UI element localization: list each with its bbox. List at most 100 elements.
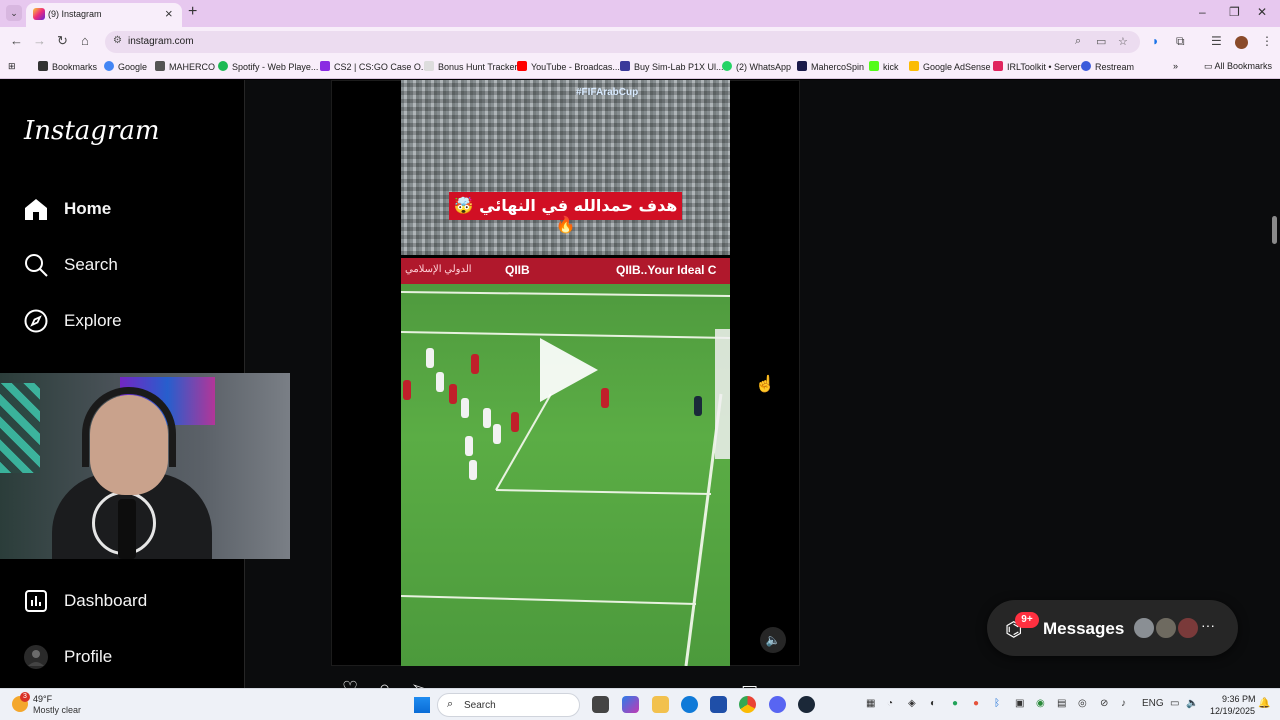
- edge-icon[interactable]: [681, 696, 698, 713]
- restream-icon: [1081, 61, 1091, 71]
- zoom-icon[interactable]: ⌕: [1075, 35, 1081, 48]
- discord-icon[interactable]: [769, 696, 786, 713]
- taskbar-search[interactable]: ⌕ Search: [437, 693, 580, 717]
- profile-avatar: [24, 645, 48, 669]
- url-text[interactable]: instagram.com: [128, 36, 194, 47]
- notifications-icon[interactable]: 🔔: [1258, 698, 1270, 709]
- scrollbar-thumb[interactable]: [1272, 216, 1277, 244]
- steam-icon[interactable]: [798, 696, 815, 713]
- file-explorer-icon[interactable]: [652, 696, 669, 713]
- star-icon: [38, 61, 48, 71]
- tray-icon[interactable]: ◔: [887, 698, 893, 709]
- chrome-icon[interactable]: [739, 696, 756, 713]
- extensions-puzzle-icon[interactable]: ⧉: [1176, 34, 1185, 49]
- bookmark-item[interactable]: Google AdSense: [909, 61, 991, 72]
- share-icon[interactable]: ➢: [411, 678, 426, 688]
- weather-temperature: 49°F: [33, 694, 53, 704]
- bookmark-item[interactable]: Google: [104, 61, 147, 72]
- weather-badge: 3: [20, 692, 30, 702]
- play-button[interactable]: [540, 338, 598, 402]
- tray-icon[interactable]: ●: [973, 698, 979, 709]
- search-label: Search: [464, 700, 496, 711]
- comment-icon[interactable]: ○: [379, 678, 390, 688]
- bookmark-star-icon[interactable]: ☆: [1118, 35, 1128, 48]
- save-icon[interactable]: ▭: [741, 678, 758, 688]
- language-indicator[interactable]: ENG: [1142, 698, 1164, 709]
- bookmark-item[interactable]: Buy Sim-Lab P1X Ul...: [620, 61, 724, 72]
- new-tab-button[interactable]: +: [188, 3, 197, 21]
- more-bookmarks-icon[interactable]: »: [1173, 61, 1178, 71]
- tray-icon[interactable]: ▦: [866, 698, 875, 709]
- bookmark-item[interactable]: Bonus Hunt Tracker: [424, 61, 518, 72]
- back-button[interactable]: ←: [10, 33, 23, 48]
- close-window-button[interactable]: ✕: [1257, 5, 1267, 19]
- cs2-icon: [320, 61, 330, 71]
- extension-icon[interactable]: ◗: [1152, 34, 1159, 48]
- reload-button[interactable]: ↻: [57, 33, 68, 49]
- messages-button[interactable]: ⌬ 9+ Messages ···: [987, 600, 1238, 656]
- microphone-icon[interactable]: ♪: [1121, 698, 1126, 709]
- bluetooth-icon[interactable]: ᛒ: [994, 698, 1000, 709]
- clock-date[interactable]: 12/19/2025: [1210, 706, 1255, 716]
- bookmark-item[interactable]: Spotify - Web Playe...: [218, 61, 318, 72]
- start-button[interactable]: [414, 697, 430, 713]
- tray-icon[interactable]: ▤: [1057, 698, 1066, 709]
- browser-menu-icon[interactable]: ⋮: [1261, 34, 1273, 48]
- network-icon[interactable]: ▭: [1170, 698, 1179, 709]
- webcam-overlay: [0, 373, 290, 559]
- tab-title: (9) Instagram: [48, 9, 102, 19]
- messages-badge: 9+: [1015, 612, 1039, 628]
- instagram-logo[interactable]: Instagram: [24, 116, 160, 146]
- home-icon: [25, 199, 47, 220]
- weather-description: Mostly clear: [33, 705, 82, 715]
- tab-instagram[interactable]: (9) Instagram ×: [26, 3, 182, 27]
- tray-icon[interactable]: ◐: [930, 698, 936, 709]
- copilot-icon[interactable]: [622, 696, 639, 713]
- sidebar-item-label: Profile: [64, 647, 113, 666]
- more-icon[interactable]: ···: [1201, 617, 1215, 633]
- bookmark-item[interactable]: (2) WhatsApp: [722, 61, 791, 72]
- tab-search-button[interactable]: ⌄: [6, 5, 22, 21]
- bookmark-item[interactable]: CS2 | CS:GO Case O...: [320, 61, 428, 72]
- ad-board: الدولي الإسلامي QIIB QIIB..Your Ideal C: [401, 258, 730, 284]
- task-view-icon[interactable]: [592, 696, 609, 713]
- sound-toggle-icon[interactable]: 🔈: [760, 627, 786, 653]
- tray-icon[interactable]: ◈: [908, 698, 916, 709]
- all-bookmarks-folder[interactable]: ▭ All Bookmarks: [1204, 61, 1272, 72]
- minimize-button[interactable]: –: [1199, 5, 1206, 19]
- tab-close-icon[interactable]: ×: [165, 6, 173, 21]
- bookmark-item[interactable]: MahercoSpin: [797, 61, 864, 72]
- tray-icon[interactable]: ●: [952, 698, 958, 709]
- bookmark-item[interactable]: IRLToolkit • Server: [993, 61, 1081, 72]
- avatar: [1154, 616, 1178, 640]
- bookmark-item[interactable]: kick: [869, 61, 899, 72]
- bookmark-item[interactable]: Restream: [1081, 61, 1134, 72]
- steam-tray-icon[interactable]: ◎: [1078, 698, 1087, 709]
- bookmark-item[interactable]: Bookmarks: [38, 61, 97, 72]
- page-scrollbar[interactable]: [1268, 80, 1280, 688]
- tray-icon[interactable]: ◉: [1036, 698, 1045, 709]
- apps-grid-icon[interactable]: ⊞: [8, 61, 16, 72]
- spotify-icon: [218, 61, 228, 71]
- dashboard-icon: [25, 590, 47, 612]
- store-icon[interactable]: [710, 696, 727, 713]
- irltoolkit-icon: [993, 61, 1003, 71]
- forward-button[interactable]: →: [33, 33, 46, 48]
- volume-icon[interactable]: 🔈: [1186, 698, 1198, 709]
- tray-icon[interactable]: ⊘: [1100, 698, 1108, 709]
- sim-lab-icon: [620, 61, 630, 71]
- home-button[interactable]: ⌂: [81, 33, 89, 48]
- clock-time[interactable]: 9:36 PM: [1222, 694, 1256, 704]
- address-bar[interactable]: ⚙ instagram.com ⌕ ▭ ☆: [105, 31, 1140, 53]
- bookmark-item[interactable]: YouTube - Broadcas...: [517, 61, 620, 72]
- maximize-button[interactable]: ❐: [1229, 5, 1240, 19]
- site-info-icon[interactable]: ⚙: [113, 35, 122, 46]
- bookmark-item[interactable]: MAHERCO: [155, 61, 215, 72]
- like-icon[interactable]: ♡: [342, 678, 358, 688]
- install-app-icon[interactable]: ▭: [1096, 35, 1106, 48]
- browser-profile-avatar[interactable]: [1235, 36, 1248, 49]
- tray-icon[interactable]: ▣: [1015, 698, 1024, 709]
- maherco-icon: [155, 61, 165, 71]
- hand-cursor-icon: ☝: [755, 376, 775, 393]
- tab-media-icon[interactable]: ☰: [1211, 34, 1222, 48]
